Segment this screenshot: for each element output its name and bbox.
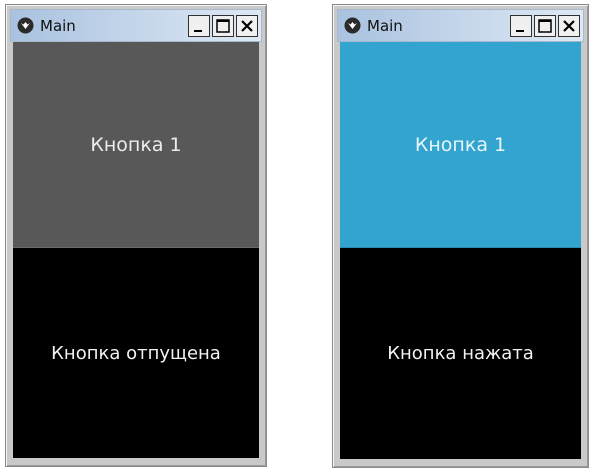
window-title: Main [40, 17, 76, 35]
minimize-button[interactable] [188, 15, 210, 37]
maximize-button[interactable] [534, 15, 556, 37]
button-1[interactable]: Кнопка 1 [340, 42, 581, 248]
title-bar[interactable]: Main [337, 9, 584, 42]
maximize-icon [216, 19, 230, 33]
window-title: Main [367, 17, 403, 35]
minimize-button[interactable] [510, 15, 532, 37]
minimize-icon [516, 30, 524, 32]
button-1[interactable]: Кнопка 1 [13, 42, 259, 248]
window-content: Кнопка 1 Кнопка нажата [340, 42, 581, 459]
kivy-app-icon [17, 17, 34, 34]
status-label: Кнопка нажата [387, 343, 534, 364]
close-button[interactable] [558, 15, 580, 37]
minimize-icon [194, 30, 202, 32]
window-controls [510, 15, 580, 37]
maximize-button[interactable] [212, 15, 234, 37]
main-window-pressed: Main Кнопка 1 Кнопка нажата [332, 4, 589, 468]
close-button[interactable] [236, 15, 258, 37]
kivy-app-icon [344, 17, 361, 34]
status-label: Кнопка отпущена [51, 342, 221, 364]
main-window-released: Main Кнопка 1 Кнопка отпущена [5, 4, 267, 467]
window-controls [188, 15, 258, 37]
close-icon [563, 20, 575, 32]
title-bar[interactable]: Main [10, 9, 262, 42]
window-content: Кнопка 1 Кнопка отпущена [13, 42, 259, 458]
maximize-icon [538, 19, 552, 33]
close-icon [241, 20, 253, 32]
